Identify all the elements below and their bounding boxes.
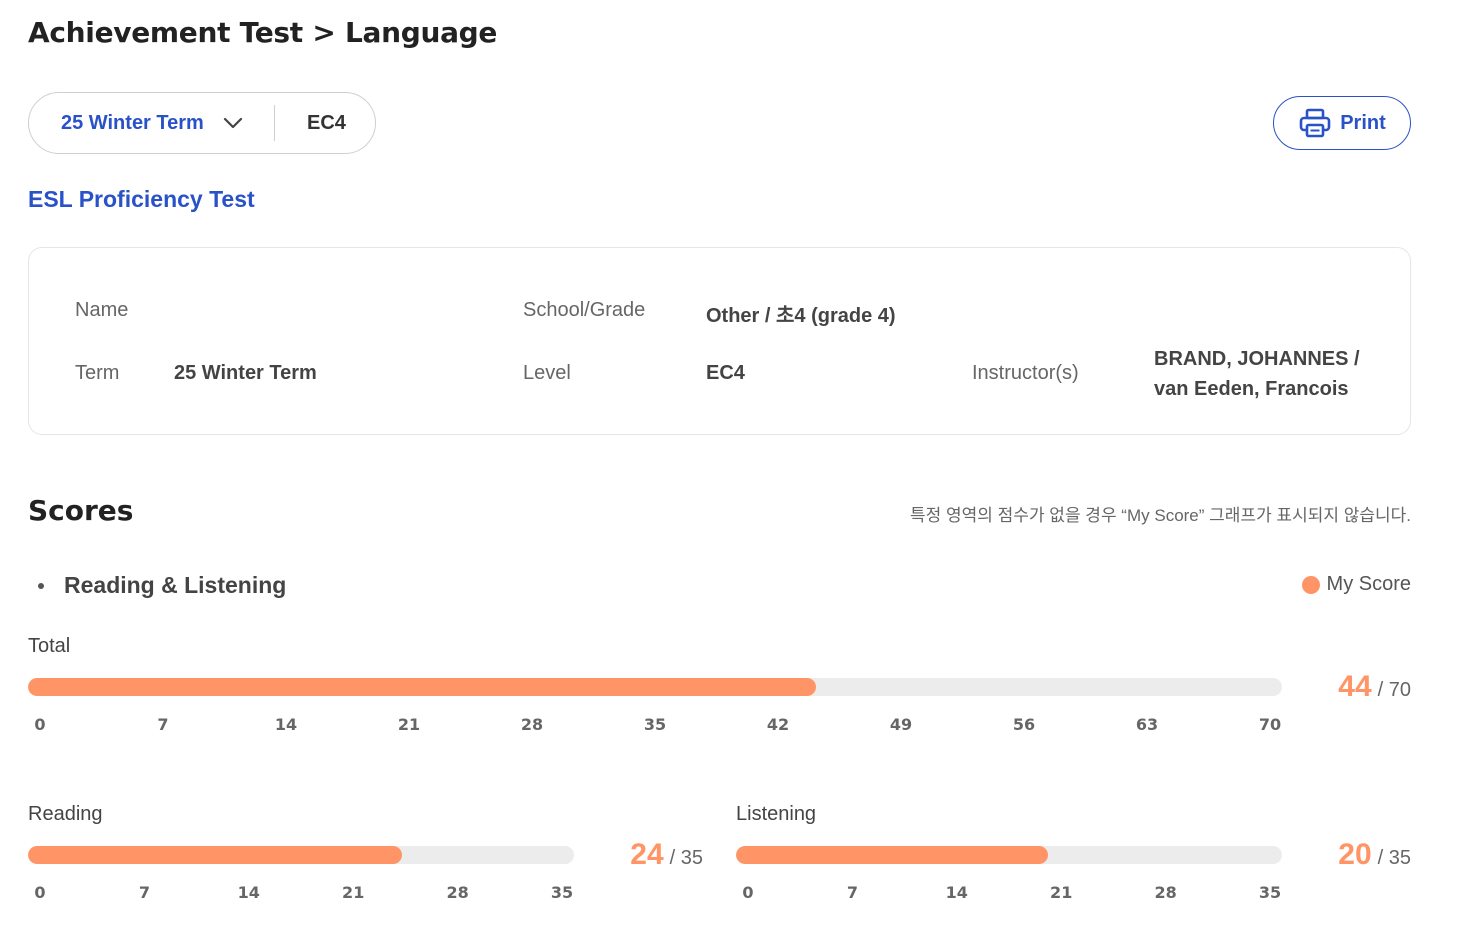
instructor-line: van Eeden, Francois [1154,378,1349,400]
listening-tick-label: 35 [1258,883,1282,902]
reading-score-readout: 24/ 35 [630,838,703,872]
section-header: Reading & Listening [28,572,286,599]
listening-tick-label: 7 [846,883,858,902]
instructor-line: BRAND, JOHANNES / [1154,348,1360,370]
print-button[interactable]: Print [1273,96,1411,150]
page-title: Achievement Test > Language [28,16,498,49]
total-score-readout: 44/ 70 [1338,670,1411,704]
reading-tick-label: 0 [34,883,46,902]
listening-score-bar [736,846,1048,864]
total-score-bar [28,678,817,696]
reading-tick-label: 35 [550,883,574,902]
school-grade-value: Other / 초4 (grade 4) [706,305,896,327]
listening-tick-label: 28 [1154,883,1177,902]
total-tick-label: 0 [34,715,46,734]
listening-tick-label: 14 [945,883,968,902]
name-label: Name [75,299,129,321]
total-score-max: / 70 [1377,679,1411,701]
bullet-icon [38,582,44,589]
total-tick-label: 28 [520,715,544,734]
total-tick-label: 49 [889,715,913,734]
total-tick-label: 35 [643,715,667,734]
total-tick-label: 7 [157,715,169,734]
listening-score-readout: 20/ 35 [1338,838,1411,872]
listening-score-max: / 35 [1377,847,1411,869]
reading-score-value: 24 [630,838,664,871]
reading-tick-label: 14 [237,883,260,902]
scores-note: 특정 영역의 점수가 없을 경우 “My Score” 그래프가 표시되지 않습… [910,506,1411,525]
school-grade-label: School/Grade [523,299,646,321]
reading-tick-label: 7 [138,883,150,902]
reading-bar-track [28,846,574,864]
total-score-value: 44 [1338,670,1372,703]
print-button-label: Print [1340,111,1386,134]
scores-heading: Scores [28,494,134,527]
level-info-value: EC4 [706,362,745,384]
total-tick-label: 56 [1012,715,1036,734]
section-title: Reading & Listening [64,572,287,598]
student-info-card: Name School/Grade Other / 초4 (grade 4) T… [28,247,1411,435]
listening-bar-track [736,846,1282,864]
test-name-link[interactable]: ESL Proficiency Test [28,186,255,213]
term-value: 25 Winter Term [174,362,317,384]
listening-score-value: 20 [1338,838,1372,871]
reading-chart-label: Reading [28,803,103,825]
selector-divider [274,105,275,141]
total-tick-label: 14 [274,715,298,734]
total-tick-label: 70 [1258,715,1282,734]
printer-icon [1298,108,1332,138]
term-level-selector: 25 Winter Term EC4 [28,92,376,154]
instructor-label: Instructor(s) [972,362,1079,384]
term-dropdown-value: 25 Winter Term [61,111,204,134]
chart-legend: My Score [1301,573,1411,596]
level-label: Level [523,362,571,384]
instructor-value: BRAND, JOHANNES / van Eeden, Francois [1154,344,1384,404]
term-dropdown[interactable]: 25 Winter Term [29,93,274,153]
term-label: Term [75,362,120,384]
reading-score-max: / 35 [669,847,703,869]
reading-tick-label: 28 [446,883,469,902]
listening-tick-label: 21 [1050,883,1073,902]
total-chart-label: Total [28,635,71,657]
level-value: EC4 [307,111,346,134]
total-tick-label: 63 [1135,715,1159,734]
reading-tick-label: 21 [342,883,365,902]
reading-score-bar [28,846,403,864]
legend-label: My Score [1326,573,1411,595]
legend-dot-icon [1301,575,1320,594]
listening-tick-label: 0 [742,883,754,902]
chevron-down-icon [222,112,244,134]
total-tick-label: 21 [397,715,421,734]
listening-chart-label: Listening [736,803,817,825]
total-tick-label: 42 [766,715,790,734]
total-bar-track [28,678,1282,696]
